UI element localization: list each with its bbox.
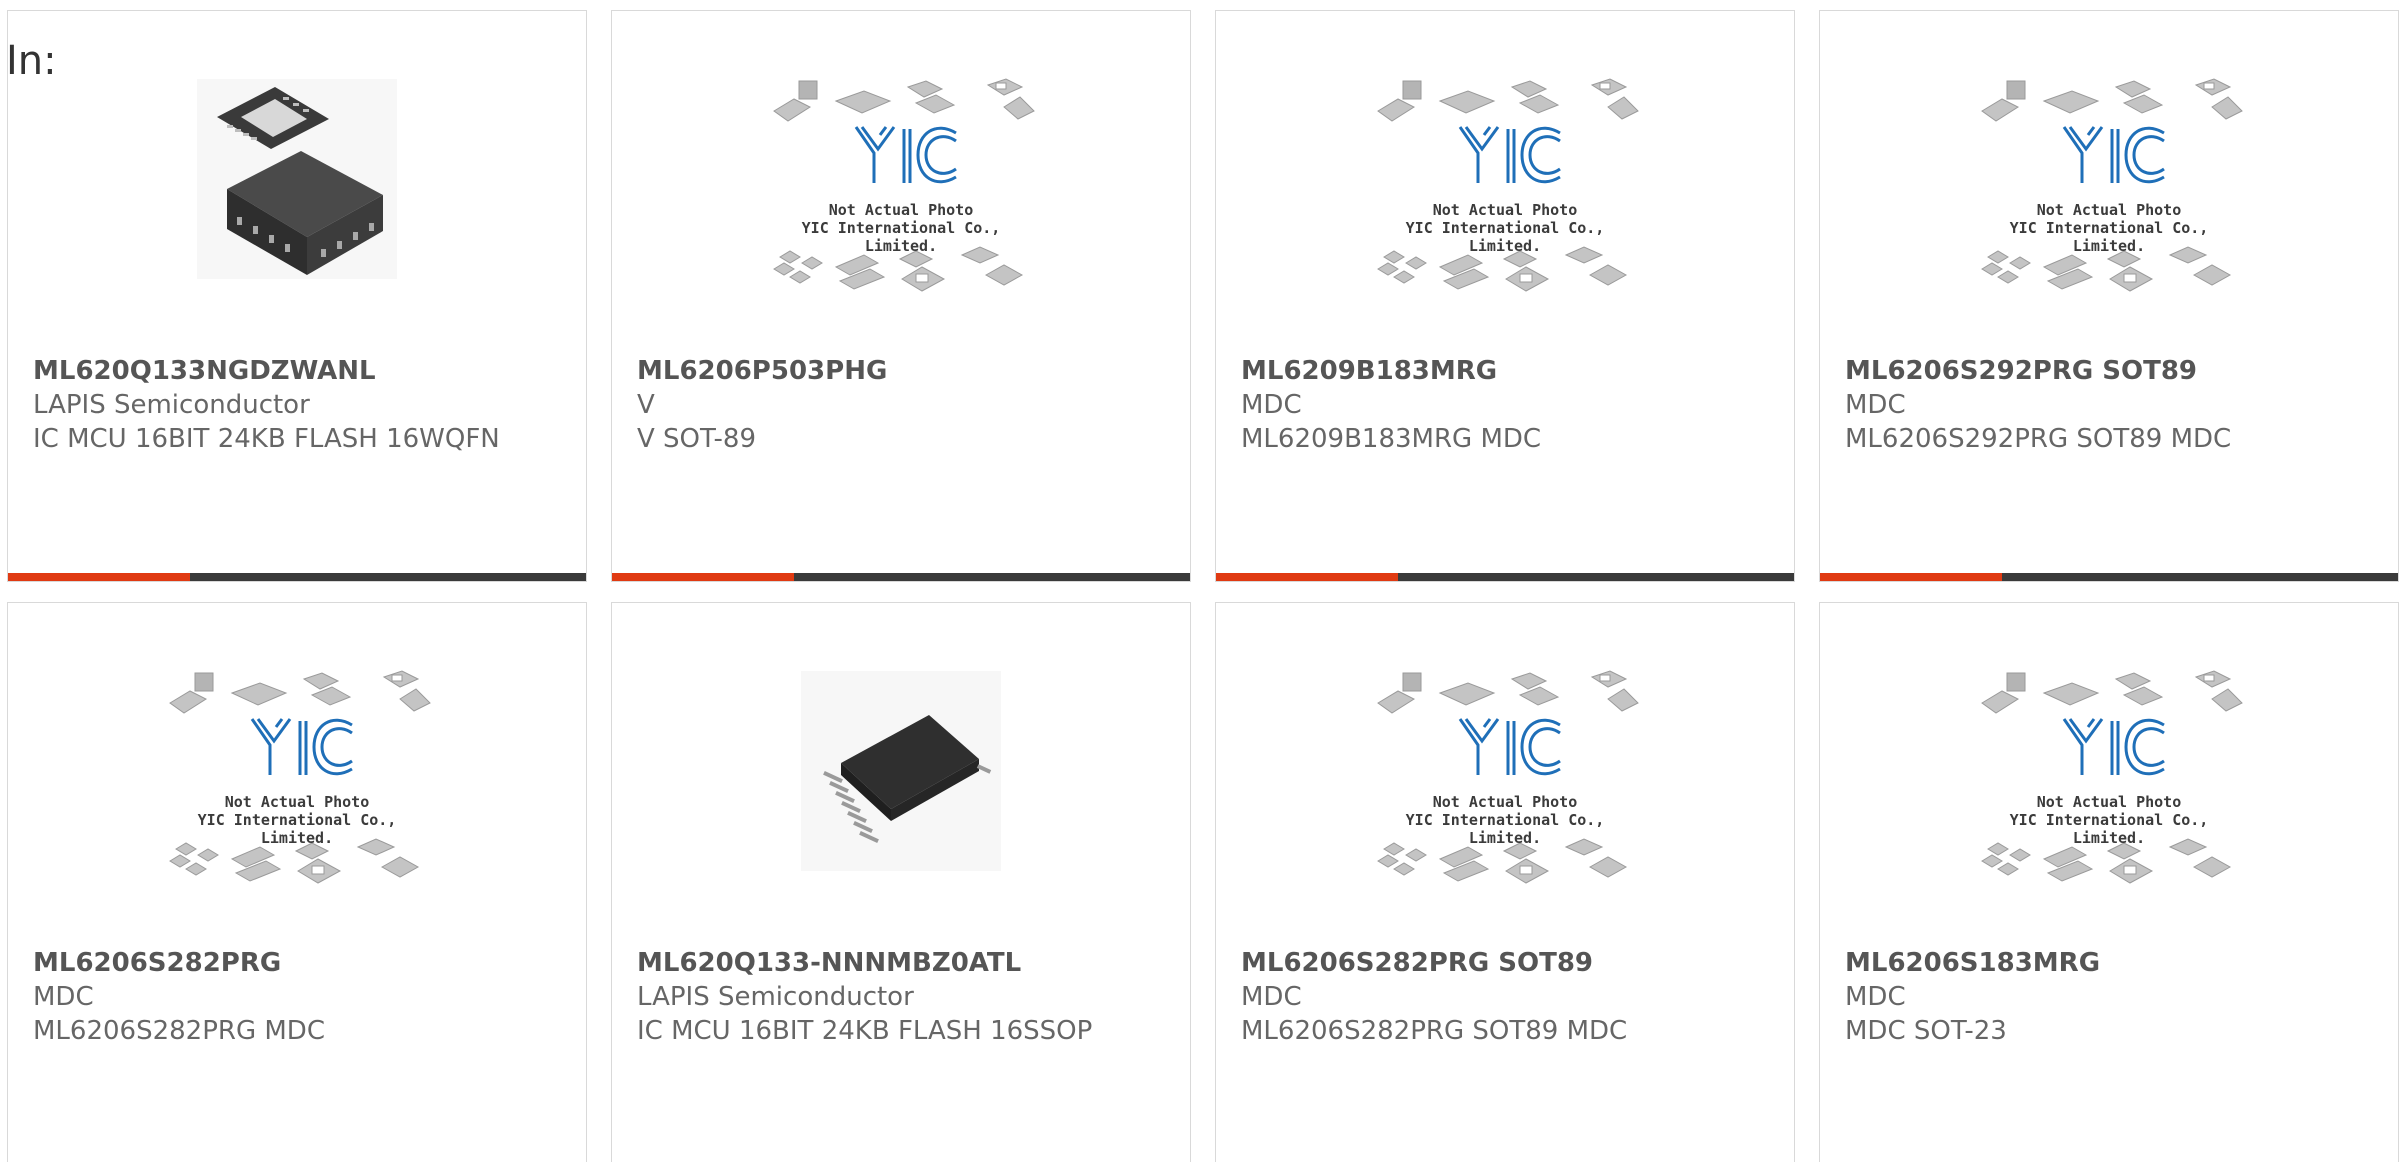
manufacturer-text: MDC xyxy=(1241,390,1302,420)
manufacturer-text: MDC xyxy=(1241,982,1302,1012)
part-number-link[interactable]: ML6206S282PRG SOT89 xyxy=(1241,946,1774,980)
product-image[interactable]: Not Actual Photo YIC International Co., … xyxy=(1820,663,2398,893)
not-actual-photo-caption: Not Actual Photo xyxy=(2036,793,2182,811)
part-number-link[interactable]: ML6206P503PHG xyxy=(637,354,1170,388)
yic-logo xyxy=(1458,126,1561,184)
description-text: ML6209B183MRG MDC xyxy=(1241,424,1542,454)
not-actual-photo-caption: Not Actual Photo xyxy=(1432,793,1578,811)
manufacturer-text: LAPIS Semiconductor xyxy=(33,390,310,420)
manufacturer-text: V xyxy=(637,390,655,420)
part-number-link[interactable]: ML620Q133-NNNMBZ0ATL xyxy=(637,946,1170,980)
product-card[interactable]: Not Actual Photo YIC International Co., … xyxy=(611,10,1191,582)
manufacturer-text: MDC xyxy=(33,982,94,1012)
not-actual-photo-caption: Not Actual Photo xyxy=(828,201,974,219)
product-image[interactable]: Not Actual Photo YIC International Co., … xyxy=(1216,663,1794,893)
product-card[interactable]: Not Actual Photo YIC International Co., … xyxy=(1819,10,2399,582)
manufacturer-text: MDC xyxy=(1845,390,1906,420)
part-number-link[interactable]: ML6206S292PRG SOT89 xyxy=(1845,354,2378,388)
manufacturer-text: MDC xyxy=(1845,982,1906,1012)
company-caption: YIC International Co., Limited. xyxy=(801,219,1001,255)
card-bottom-bar xyxy=(612,573,1190,581)
not-actual-photo-placeholder: Not Actual Photo YIC International Co., … xyxy=(1974,663,2244,903)
product-grid: ML620Q133NGDZWANL LAPIS Semiconductor IC M… xyxy=(7,10,2400,1162)
description-text: ML6206S282PRG MDC xyxy=(33,1016,325,1046)
package-icons-graphic xyxy=(1377,670,1639,884)
product-image[interactable]: Not Actual Photo YIC International Co., … xyxy=(1216,71,1794,301)
card-accent-bar xyxy=(1820,573,2002,581)
part-number-link[interactable]: ML6206S282PRG xyxy=(33,946,566,980)
product-image[interactable]: Not Actual Photo YIC International Co., … xyxy=(1820,71,2398,301)
description-text: ML6206S282PRG SOT89 MDC xyxy=(1241,1016,1628,1046)
product-card[interactable]: ML620Q133-NNNMBZ0ATL LAPIS Semiconductor I… xyxy=(611,602,1191,1162)
product-card[interactable]: Not Actual Photo YIC International Co., … xyxy=(1215,10,1795,582)
package-icons-graphic xyxy=(169,670,431,884)
product-image[interactable] xyxy=(612,671,1190,901)
product-image[interactable]: Not Actual Photo YIC International Co., … xyxy=(612,71,1190,301)
product-image[interactable] xyxy=(8,79,586,309)
not-actual-photo-placeholder: Not Actual Photo YIC International Co., … xyxy=(162,663,432,903)
product-info: ML6209B183MRG MDC ML6209B183MRG MDC xyxy=(1241,354,1774,456)
card-accent-bar xyxy=(612,573,794,581)
not-actual-photo-placeholder: Not Actual Photo YIC International Co., … xyxy=(1370,71,1640,311)
company-caption: YIC International Co., Limited. xyxy=(1405,219,1605,255)
card-bottom-bar xyxy=(1820,573,2398,581)
product-card[interactable]: Not Actual Photo YIC International Co., … xyxy=(1819,602,2399,1162)
company-caption: YIC International Co., Limited. xyxy=(2009,811,2209,847)
company-caption: YIC International Co., Limited. xyxy=(1405,811,1605,847)
product-card[interactable]: Not Actual Photo YIC International Co., … xyxy=(1215,602,1795,1162)
not-actual-photo-placeholder: Not Actual Photo YIC International Co., … xyxy=(1974,71,2244,311)
yic-logo xyxy=(2062,718,2165,776)
yic-logo xyxy=(250,718,353,776)
product-info: ML6206P503PHG V V SOT-89 xyxy=(637,354,1170,456)
product-info: ML6206S292PRG SOT89 MDC ML6206S292PRG SOT8… xyxy=(1845,354,2378,456)
manufacturer-text: LAPIS Semiconductor xyxy=(637,982,914,1012)
card-bottom-bar xyxy=(1216,573,1794,581)
yic-logo xyxy=(2062,126,2165,184)
ssop-chip-photo xyxy=(801,671,1001,871)
part-number-link[interactable]: ML6209B183MRG xyxy=(1241,354,1774,388)
company-caption: YIC International Co., Limited. xyxy=(2009,219,2209,255)
product-info: ML6206S282PRG MDC ML6206S282PRG MDC xyxy=(33,946,566,1048)
product-card[interactable]: Not Actual Photo YIC International Co., … xyxy=(7,602,587,1162)
product-info: ML620Q133NGDZWANL LAPIS Semiconductor IC M… xyxy=(33,354,566,456)
product-info: ML6206S282PRG SOT89 MDC ML6206S282PRG SOT8… xyxy=(1241,946,1774,1048)
product-info: ML620Q133-NNNMBZ0ATL LAPIS Semiconductor I… xyxy=(637,946,1170,1048)
product-info: ML6206S183MRG MDC MDC SOT-23 xyxy=(1845,946,2378,1048)
package-icons-graphic xyxy=(1981,78,2243,292)
yic-logo xyxy=(1458,718,1561,776)
not-actual-photo-caption: Not Actual Photo xyxy=(2036,201,2182,219)
qfn-chip-photo xyxy=(197,79,397,279)
description-text: MDC SOT-23 xyxy=(1845,1016,2007,1046)
not-actual-photo-placeholder: Not Actual Photo YIC International Co., … xyxy=(1370,663,1640,903)
description-text: IC MCU 16BIT 24KB FLASH 16SSOP xyxy=(637,1016,1093,1046)
product-listing-page: In: ML620Q133NGDZWANL LAPIS Semiconducto… xyxy=(0,0,2400,1162)
product-image[interactable]: Not Actual Photo YIC International Co., … xyxy=(8,663,586,893)
part-number-link[interactable]: ML6206S183MRG xyxy=(1845,946,2378,980)
package-icons-graphic xyxy=(773,78,1035,292)
not-actual-photo-caption: Not Actual Photo xyxy=(224,793,370,811)
description-text: IC MCU 16BIT 24KB FLASH 16WQFN xyxy=(33,424,500,454)
yic-logo xyxy=(854,126,957,184)
part-number-link[interactable]: ML620Q133NGDZWANL xyxy=(33,354,566,388)
not-actual-photo-placeholder: Not Actual Photo YIC International Co., … xyxy=(766,71,1036,311)
description-text: V SOT-89 xyxy=(637,424,756,454)
card-accent-bar xyxy=(1216,573,1398,581)
company-caption: YIC International Co., Limited. xyxy=(197,811,397,847)
card-accent-bar xyxy=(8,573,190,581)
card-bottom-bar xyxy=(8,573,586,581)
description-text: ML6206S292PRG SOT89 MDC xyxy=(1845,424,2232,454)
package-icons-graphic xyxy=(1377,78,1639,292)
in-label: In: xyxy=(6,38,57,84)
package-icons-graphic xyxy=(1981,670,2243,884)
not-actual-photo-caption: Not Actual Photo xyxy=(1432,201,1578,219)
product-card[interactable]: ML620Q133NGDZWANL LAPIS Semiconductor IC M… xyxy=(7,10,587,582)
